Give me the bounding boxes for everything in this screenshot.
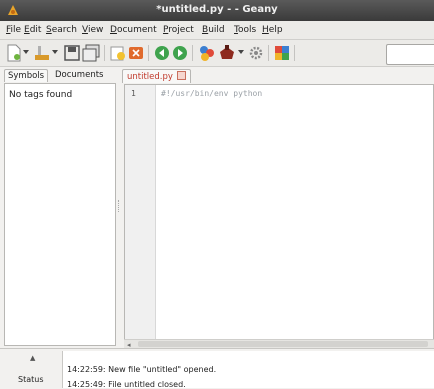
code-editor[interactable]: 1 #!/usr/bin/env python (124, 84, 434, 345)
message-window: ▲ Status 14:22:59: New file "untitled" o… (0, 348, 434, 389)
menu-bar: File Edit Search View Document Project B… (0, 21, 434, 40)
log-message: 14:25:49: File untitled closed. (67, 380, 186, 389)
menu-document[interactable]: Document (110, 25, 157, 35)
toolbar-separator (294, 45, 295, 61)
title-bar: *untitled.py - - Geany (0, 0, 434, 21)
open-dropdown-icon[interactable] (52, 49, 58, 67)
execute-icon[interactable] (248, 44, 264, 62)
save-icon[interactable] (64, 44, 80, 62)
menu-project[interactable]: Project (163, 25, 194, 35)
color-chooser-icon[interactable] (274, 44, 290, 62)
revert-icon[interactable] (110, 44, 126, 62)
window-title: *untitled.py - - Geany (156, 4, 278, 15)
build-dropdown-icon[interactable] (238, 49, 244, 67)
tab-status[interactable]: Status (18, 375, 44, 384)
toolbar-separator (268, 45, 269, 61)
close-icon[interactable] (128, 44, 144, 62)
editor-tab-untitled[interactable]: untitled.py (122, 69, 191, 83)
pane-splitter[interactable] (118, 200, 121, 212)
menu-file[interactable]: File (6, 25, 21, 35)
no-tags-message: No tags found (9, 90, 73, 100)
tab-close-icon[interactable] (176, 71, 186, 80)
toolbar-separator (192, 45, 193, 61)
menu-search[interactable]: Search (46, 25, 77, 35)
back-icon[interactable] (154, 44, 170, 62)
menu-edit[interactable]: Edit (24, 25, 41, 35)
toolbar (0, 40, 434, 67)
log-message: 14:22:59: New file "untitled" opened. (67, 365, 217, 374)
scrollbar-thumb[interactable] (138, 341, 428, 347)
menu-build[interactable]: Build (202, 25, 225, 35)
code-line[interactable]: #!/usr/bin/env python (161, 89, 262, 98)
menu-tools[interactable]: Tools (234, 25, 256, 35)
symbols-panel: No tags found (4, 83, 116, 346)
editor-tab-label: untitled.py (127, 72, 173, 82)
toolbar-separator (148, 45, 149, 61)
line-number-gutter: 1 (125, 85, 156, 344)
save-all-icon[interactable] (82, 44, 100, 62)
line-number: 1 (131, 89, 136, 98)
menu-help[interactable]: Help (262, 25, 283, 35)
new-dropdown-icon[interactable] (23, 49, 29, 67)
toolbar-search-input[interactable] (386, 44, 434, 65)
collapse-up-icon[interactable]: ▲ (30, 354, 35, 362)
sidebar-tab-row: Symbols Documents (0, 67, 116, 82)
compile-icon[interactable] (198, 44, 216, 62)
forward-icon[interactable] (172, 44, 188, 62)
build-icon[interactable] (218, 44, 236, 62)
tab-symbols[interactable]: Symbols (4, 69, 49, 82)
toolbar-separator (104, 45, 105, 61)
new-icon[interactable] (6, 44, 22, 62)
editor-tab-row: untitled.py (122, 67, 434, 83)
status-log: 14:22:59: New file "untitled" opened. 14… (62, 351, 434, 389)
menu-view[interactable]: View (82, 25, 103, 35)
open-icon[interactable] (34, 44, 50, 62)
tab-documents[interactable]: Documents (52, 69, 106, 82)
